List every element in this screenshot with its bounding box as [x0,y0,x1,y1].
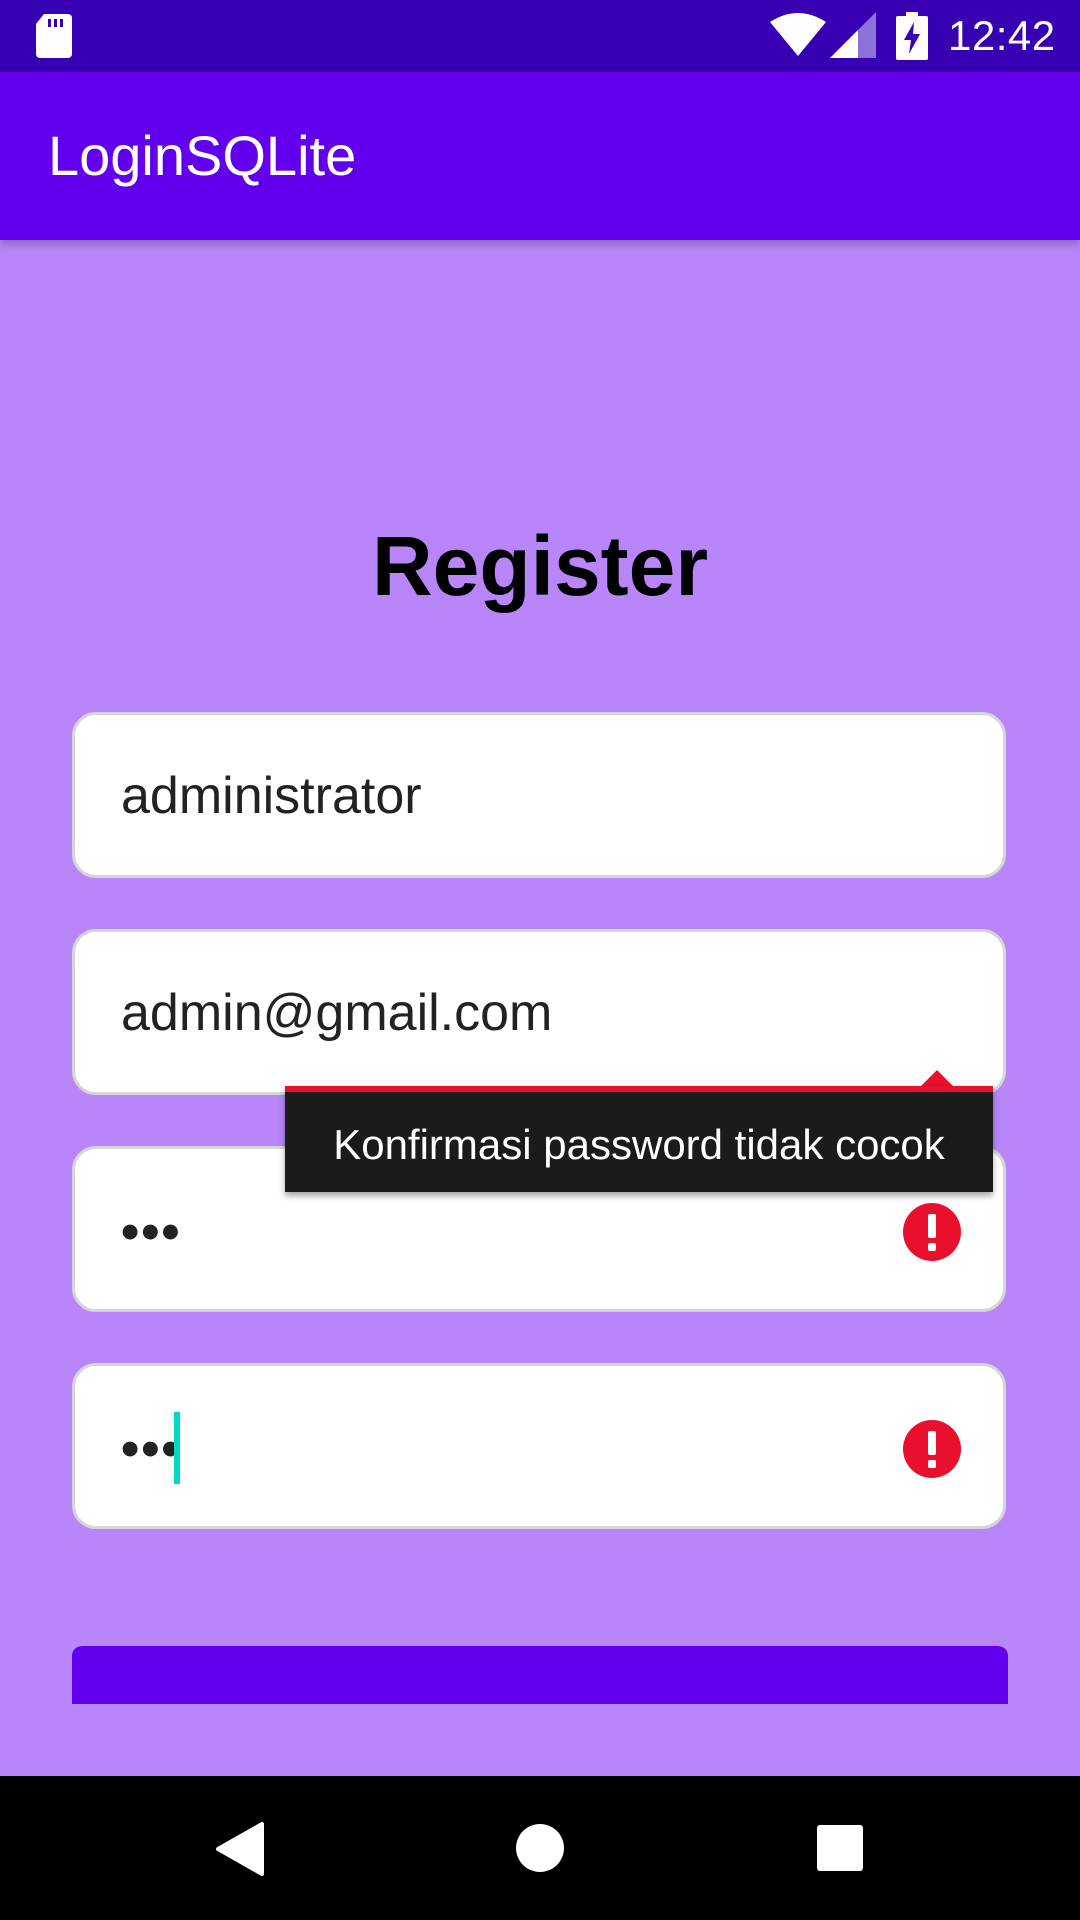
email-value: admin@gmail.com [121,984,553,1042]
error-icon[interactable] [902,1419,962,1479]
status-clock: 12:42 [948,12,1056,59]
signal-icon [830,12,876,58]
app-title: LoginSQLite [48,124,357,187]
navigation-bar [0,1776,1080,1920]
confirm-password-field[interactable]: ••• [72,1363,1006,1529]
username-field[interactable]: administrator [72,712,1006,878]
email-field[interactable]: admin@gmail.com [72,929,1006,1095]
page-title: Register [371,519,709,613]
username-value: administrator [121,767,422,825]
sd-card-icon [36,14,72,58]
error-tooltip: Konfirmasi password tidak cocok [285,1086,993,1192]
battery-charging-icon [896,12,928,60]
error-message: Konfirmasi password tidak cocok [333,1121,945,1168]
status-bar: 12:42 [0,0,1080,72]
wifi-icon [770,13,826,56]
app-bar: LoginSQLite [0,72,1080,240]
text-cursor [174,1412,180,1484]
password-value: ••• [121,1203,182,1261]
register-button[interactable] [72,1646,1008,1704]
recents-icon[interactable] [817,1825,863,1871]
confirm-password-value: ••• [121,1420,182,1478]
home-icon[interactable] [516,1824,564,1872]
error-icon[interactable] [902,1202,962,1262]
back-icon[interactable] [214,1822,266,1876]
